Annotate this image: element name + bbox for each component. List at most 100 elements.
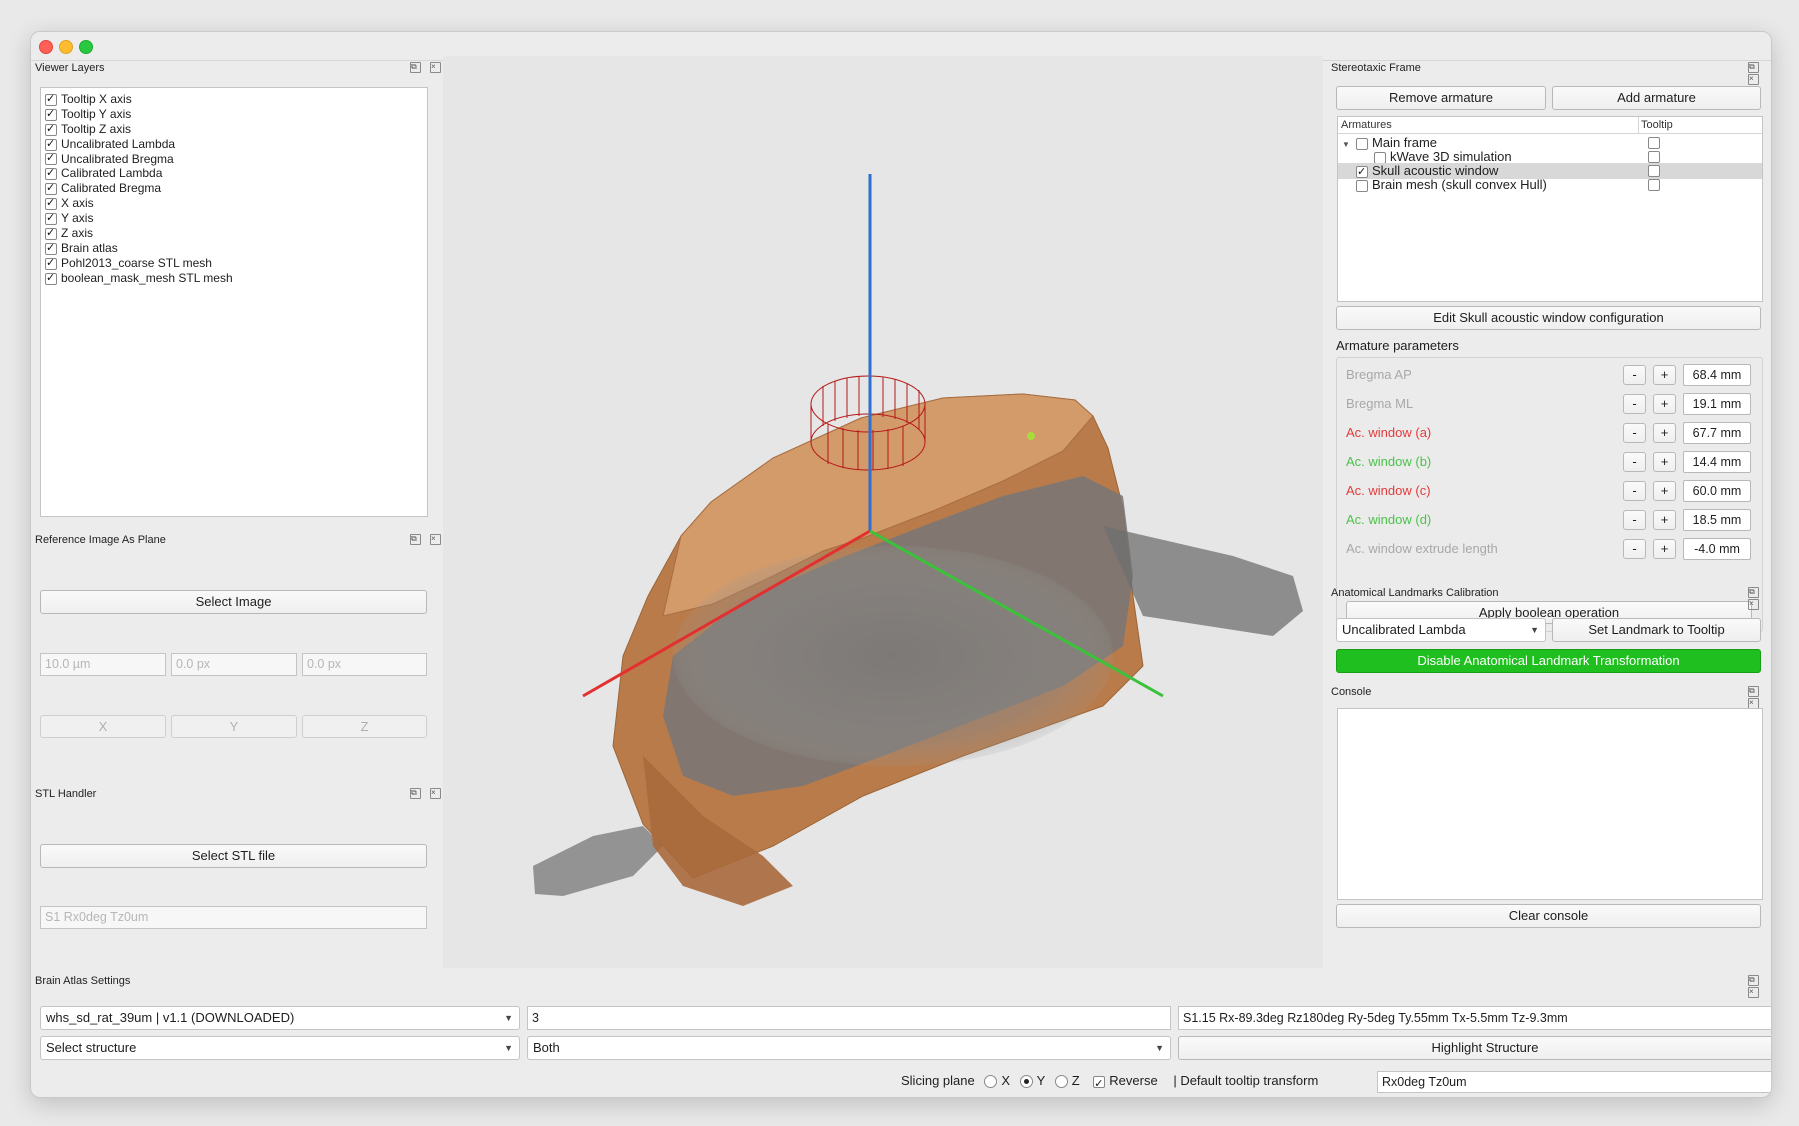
layer-checkbox[interactable] [45, 181, 57, 196]
layer-checkbox[interactable] [45, 122, 57, 137]
viewer-layers-list[interactable]: Tooltip X axisTooltip Y axisTooltip Z ax… [40, 87, 428, 517]
layer-checkbox[interactable] [45, 256, 57, 271]
layer-checkbox[interactable] [45, 226, 57, 241]
offset-y-field[interactable]: 0.0 px [302, 653, 427, 676]
slice-z-radio[interactable] [1054, 1075, 1068, 1089]
landmark-select[interactable]: Uncalibrated Lambda ▼ [1336, 618, 1546, 642]
layer-checkbox[interactable] [45, 151, 57, 166]
disable-landmark-transform-button[interactable]: Disable Anatomical Landmark Transformati… [1336, 649, 1761, 673]
hemisphere-select[interactable]: Both ▼ [527, 1036, 1171, 1060]
close-icon[interactable]: × [430, 62, 441, 73]
close-icon[interactable]: × [430, 534, 441, 545]
armature-row[interactable]: Brain mesh (skull convex Hull) [1338, 177, 1762, 193]
layer-item[interactable]: X axis [41, 196, 427, 211]
armature-visible-checkbox[interactable] [1356, 137, 1368, 150]
layer-item[interactable]: Pohl2013_coarse STL mesh [41, 256, 427, 271]
select-stl-button[interactable]: Select STL file [40, 844, 427, 868]
close-icon[interactable]: × [1748, 987, 1759, 998]
float-icon[interactable]: ⧉ [1748, 975, 1759, 986]
armature-visible-checkbox[interactable] [1356, 179, 1368, 192]
param-decrement-button[interactable]: - [1623, 510, 1646, 530]
layer-item[interactable]: Tooltip Z axis [41, 122, 427, 137]
float-icon[interactable]: ⧉ [410, 788, 421, 799]
armature-tooltip-checkbox[interactable] [1648, 151, 1660, 163]
param-increment-button[interactable]: + [1653, 481, 1676, 501]
param-decrement-button[interactable]: - [1623, 365, 1646, 385]
armature-tooltip-checkbox[interactable] [1648, 179, 1660, 191]
structure-select[interactable]: Select structure ▼ [40, 1036, 520, 1060]
layer-checkbox[interactable] [45, 196, 57, 211]
param-increment-button[interactable]: + [1653, 365, 1676, 385]
layer-item[interactable]: Uncalibrated Lambda [41, 137, 427, 152]
param-decrement-button[interactable]: - [1623, 481, 1646, 501]
param-value-field[interactable]: 60.0 mm [1683, 480, 1751, 502]
layer-item[interactable]: Calibrated Bregma [41, 181, 427, 196]
reverse-checkbox[interactable] [1093, 1074, 1106, 1094]
edit-armature-config-button[interactable]: Edit Skull acoustic window configuration [1336, 306, 1761, 330]
param-increment-button[interactable]: + [1653, 452, 1676, 472]
highlight-structure-button[interactable]: Highlight Structure [1178, 1036, 1771, 1060]
layer-item[interactable]: Uncalibrated Bregma [41, 151, 427, 167]
param-value-field[interactable]: 19.1 mm [1683, 393, 1751, 415]
stl-transform-field[interactable]: S1 Rx0deg Tz0um [40, 906, 427, 929]
layer-item[interactable]: Brain atlas [41, 241, 427, 256]
layer-checkbox[interactable] [45, 107, 57, 122]
atlas-param-field[interactable]: 3 [527, 1006, 1171, 1030]
layer-item[interactable]: Calibrated Lambda [41, 166, 427, 181]
layer-checkbox[interactable] [45, 92, 57, 107]
float-icon[interactable]: ⧉ [1748, 587, 1759, 598]
param-decrement-button[interactable]: - [1623, 452, 1646, 472]
armature-visible-checkbox[interactable] [1356, 164, 1368, 180]
armatures-column-header[interactable]: Armatures [1341, 119, 1392, 131]
layer-checkbox[interactable] [45, 211, 57, 226]
scale-field[interactable]: 10.0 µm [40, 653, 166, 676]
atlas-transform-field[interactable]: S1.15 Rx-89.3deg Rz180deg Ry-5deg Ty.55m… [1178, 1006, 1771, 1030]
offset-x-field[interactable]: 0.0 px [171, 653, 297, 676]
select-image-button[interactable]: Select Image [40, 590, 427, 614]
atlas-select[interactable]: whs_sd_rat_39um | v1.1 (DOWNLOADED) ▼ [40, 1006, 520, 1030]
layer-checkbox[interactable] [45, 166, 57, 181]
param-increment-button[interactable]: + [1653, 394, 1676, 414]
close-window-button[interactable] [39, 40, 53, 54]
close-icon[interactable]: × [1748, 74, 1759, 85]
param-increment-button[interactable]: + [1653, 510, 1676, 530]
param-value-field[interactable]: -4.0 mm [1683, 538, 1751, 560]
param-value-field[interactable]: 14.4 mm [1683, 451, 1751, 473]
console-output[interactable] [1337, 708, 1763, 900]
slice-x-radio[interactable] [984, 1075, 998, 1089]
float-icon[interactable]: ⧉ [410, 62, 421, 73]
remove-armature-button[interactable]: Remove armature [1336, 86, 1546, 110]
layer-item[interactable]: Y axis [41, 211, 427, 226]
armature-tooltip-checkbox[interactable] [1648, 137, 1660, 149]
axis-z-button[interactable]: Z [302, 715, 427, 738]
close-icon[interactable]: × [430, 788, 441, 799]
layer-item[interactable]: Z axis [41, 226, 427, 241]
slice-y-radio[interactable] [1019, 1075, 1033, 1089]
layer-item[interactable]: Tooltip Y axis [41, 107, 427, 122]
close-icon[interactable]: × [1748, 599, 1759, 610]
param-decrement-button[interactable]: - [1623, 423, 1646, 443]
param-value-field[interactable]: 18.5 mm [1683, 509, 1751, 531]
param-value-field[interactable]: 68.4 mm [1683, 364, 1751, 386]
layer-checkbox[interactable] [45, 137, 57, 151]
float-icon[interactable]: ⧉ [1748, 686, 1759, 697]
clear-console-button[interactable]: Clear console [1336, 904, 1761, 928]
layer-item[interactable]: boolean_mask_mesh STL mesh [41, 271, 427, 286]
add-armature-button[interactable]: Add armature [1552, 86, 1761, 110]
axis-y-button[interactable]: Y [171, 715, 297, 738]
set-landmark-button[interactable]: Set Landmark to Tooltip [1552, 618, 1761, 642]
param-increment-button[interactable]: + [1653, 423, 1676, 443]
param-value-field[interactable]: 67.7 mm [1683, 422, 1751, 444]
armature-tooltip-checkbox[interactable] [1648, 165, 1660, 177]
armature-visible-checkbox[interactable] [1374, 151, 1386, 164]
layer-checkbox[interactable] [45, 271, 57, 285]
minimize-window-button[interactable] [59, 40, 73, 54]
float-icon[interactable]: ⧉ [1748, 62, 1759, 73]
tooltip-column-header[interactable]: Tooltip [1641, 119, 1673, 131]
zoom-window-button[interactable] [79, 40, 93, 54]
armatures-tree[interactable]: Armatures Tooltip ▼ Main frame kWave 3D si… [1337, 116, 1763, 302]
axis-x-button[interactable]: X [40, 715, 166, 738]
float-icon[interactable]: ⧉ [410, 534, 421, 545]
param-increment-button[interactable]: + [1653, 539, 1676, 559]
layer-checkbox[interactable] [45, 241, 57, 256]
